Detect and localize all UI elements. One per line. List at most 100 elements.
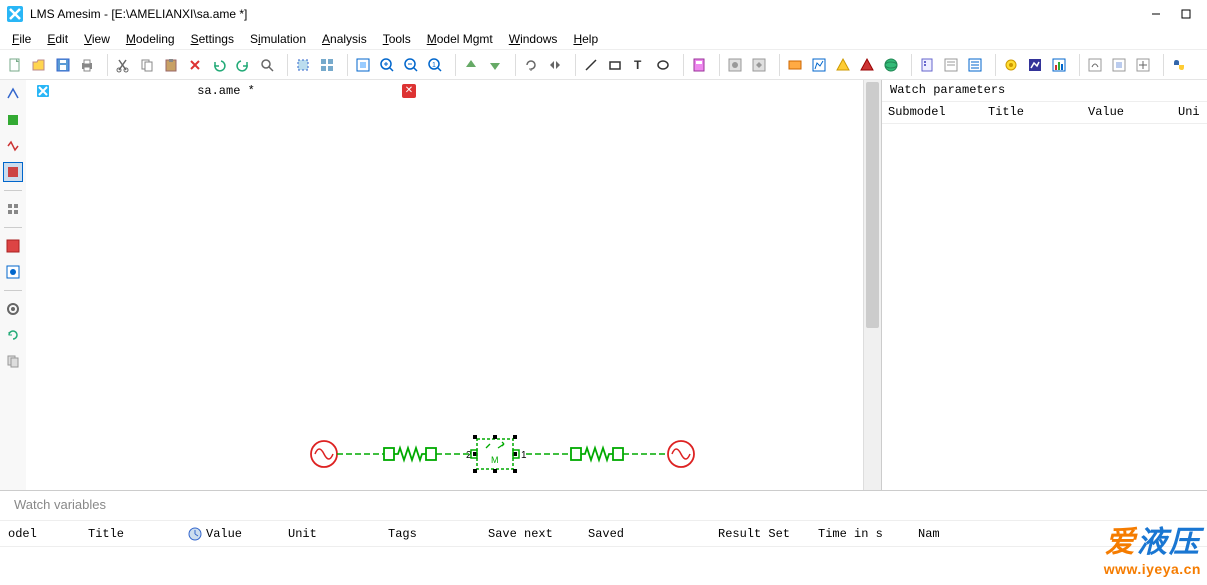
- db-icon[interactable]: [916, 54, 938, 76]
- mass-label: M: [491, 455, 499, 465]
- sim3-icon[interactable]: [832, 54, 854, 76]
- parameter-mode-icon[interactable]: [3, 136, 23, 156]
- col-name[interactable]: Nam: [910, 523, 970, 545]
- menu-file[interactable]: File: [4, 30, 39, 48]
- title-bar: LMS Amesim - [E:\AMELIANXI\sa.ame *]: [0, 0, 1207, 28]
- refresh-icon[interactable]: [3, 325, 23, 345]
- col-time[interactable]: Time in s: [810, 523, 910, 545]
- document-tab[interactable]: sa.ame * ✕: [26, 80, 426, 102]
- main-toolbar: 1 T: [0, 50, 1207, 80]
- new-file-icon[interactable]: [4, 54, 26, 76]
- col-tags[interactable]: Tags: [380, 523, 480, 545]
- spring-damper-left[interactable]: [384, 448, 436, 460]
- col-submodel[interactable]: Submodel: [882, 102, 982, 123]
- zoom-in-icon[interactable]: [376, 54, 398, 76]
- undo-icon[interactable]: [208, 54, 230, 76]
- grid-icon[interactable]: [316, 54, 338, 76]
- col-unit[interactable]: Uni: [1172, 102, 1206, 123]
- col-unit2[interactable]: Unit: [280, 523, 380, 545]
- tool2-icon[interactable]: [1108, 54, 1130, 76]
- mode2-icon[interactable]: [748, 54, 770, 76]
- menu-model-mgmt[interactable]: Model Mgmt: [419, 30, 501, 48]
- col-saved[interactable]: Saved: [580, 523, 710, 545]
- line-tool-icon[interactable]: [580, 54, 602, 76]
- menu-analysis[interactable]: Analysis: [314, 30, 375, 48]
- col-save-next[interactable]: Save next: [480, 523, 580, 545]
- open-file-icon[interactable]: [28, 54, 50, 76]
- svg-text:1: 1: [432, 62, 436, 69]
- find-icon[interactable]: [256, 54, 278, 76]
- list-icon[interactable]: [964, 54, 986, 76]
- menu-simulation[interactable]: Simulation: [242, 30, 314, 48]
- menu-modeling[interactable]: Modeling: [118, 30, 183, 48]
- sim2-icon[interactable]: [808, 54, 830, 76]
- calculate-icon[interactable]: [688, 54, 710, 76]
- view2-icon[interactable]: [3, 262, 23, 282]
- rotate-icon[interactable]: [520, 54, 542, 76]
- submodel-mode-icon[interactable]: [3, 110, 23, 130]
- col-title[interactable]: Title: [982, 102, 1082, 123]
- zoom-out-icon[interactable]: [400, 54, 422, 76]
- col-value2[interactable]: Value: [180, 523, 280, 545]
- save-icon[interactable]: [52, 54, 74, 76]
- tree-icon[interactable]: [940, 54, 962, 76]
- col-model[interactable]: odel: [0, 523, 80, 545]
- fit-icon[interactable]: [352, 54, 374, 76]
- minimize-button[interactable]: [1141, 4, 1171, 24]
- copy-icon[interactable]: [136, 54, 158, 76]
- tool3-icon[interactable]: [1132, 54, 1154, 76]
- watch-parameters-panel: Watch parameters Submodel Title Value Un…: [881, 80, 1207, 490]
- menu-windows[interactable]: Windows: [501, 30, 566, 48]
- sim4-icon[interactable]: [856, 54, 878, 76]
- simulation-mode-icon[interactable]: [3, 162, 23, 182]
- source-left[interactable]: [311, 441, 337, 467]
- col-value[interactable]: Value: [1082, 102, 1172, 123]
- rect-tool-icon[interactable]: [604, 54, 626, 76]
- scrollbar-thumb[interactable]: [866, 82, 879, 328]
- ellipse-tool-icon[interactable]: [652, 54, 674, 76]
- tab-close-icon[interactable]: ✕: [402, 84, 416, 98]
- zoom-reset-icon[interactable]: 1: [424, 54, 446, 76]
- col-title2[interactable]: Title: [80, 523, 180, 545]
- plot-icon[interactable]: [1048, 54, 1070, 76]
- vertical-scrollbar[interactable]: [863, 80, 881, 490]
- redo-icon[interactable]: [232, 54, 254, 76]
- tool1-icon[interactable]: [1084, 54, 1106, 76]
- down-arrow-icon[interactable]: [484, 54, 506, 76]
- view1-icon[interactable]: [3, 236, 23, 256]
- sketch-mode-icon[interactable]: [3, 84, 23, 104]
- menu-settings[interactable]: Settings: [183, 30, 242, 48]
- delete-icon[interactable]: [184, 54, 206, 76]
- graph-icon[interactable]: [1024, 54, 1046, 76]
- col-result-set[interactable]: Result Set: [710, 523, 810, 545]
- mode1-icon[interactable]: [724, 54, 746, 76]
- menu-bar: File Edit View Modeling Settings Simulat…: [0, 28, 1207, 50]
- probe-icon[interactable]: [1000, 54, 1022, 76]
- window-title: LMS Amesim - [E:\AMELIANXI\sa.ame *]: [30, 7, 1141, 21]
- mode-toolbar: [0, 80, 26, 490]
- paste-icon[interactable]: [160, 54, 182, 76]
- copy2-icon[interactable]: [3, 351, 23, 371]
- print-icon[interactable]: [76, 54, 98, 76]
- maximize-button[interactable]: [1171, 4, 1201, 24]
- sim1-icon[interactable]: [784, 54, 806, 76]
- globe-icon[interactable]: [880, 54, 902, 76]
- select-icon[interactable]: [292, 54, 314, 76]
- spring-damper-right[interactable]: [571, 448, 623, 460]
- tab-app-icon: [36, 84, 50, 98]
- gear-icon[interactable]: [3, 299, 23, 319]
- model-canvas[interactable]: 2 M 1: [26, 102, 863, 490]
- menu-edit[interactable]: Edit: [39, 30, 76, 48]
- mass-block[interactable]: M: [471, 435, 519, 473]
- menu-view[interactable]: View: [76, 30, 118, 48]
- library-icon[interactable]: [3, 199, 23, 219]
- text-tool-icon[interactable]: T: [628, 54, 650, 76]
- up-arrow-icon[interactable]: [460, 54, 482, 76]
- cut-icon[interactable]: [112, 54, 134, 76]
- source-right[interactable]: [668, 441, 694, 467]
- watch-vars-headers: odel Title Value Unit Tags Save next Sav…: [0, 521, 1207, 547]
- menu-tools[interactable]: Tools: [375, 30, 419, 48]
- menu-help[interactable]: Help: [565, 30, 606, 48]
- python-icon[interactable]: [1168, 54, 1190, 76]
- flip-icon[interactable]: [544, 54, 566, 76]
